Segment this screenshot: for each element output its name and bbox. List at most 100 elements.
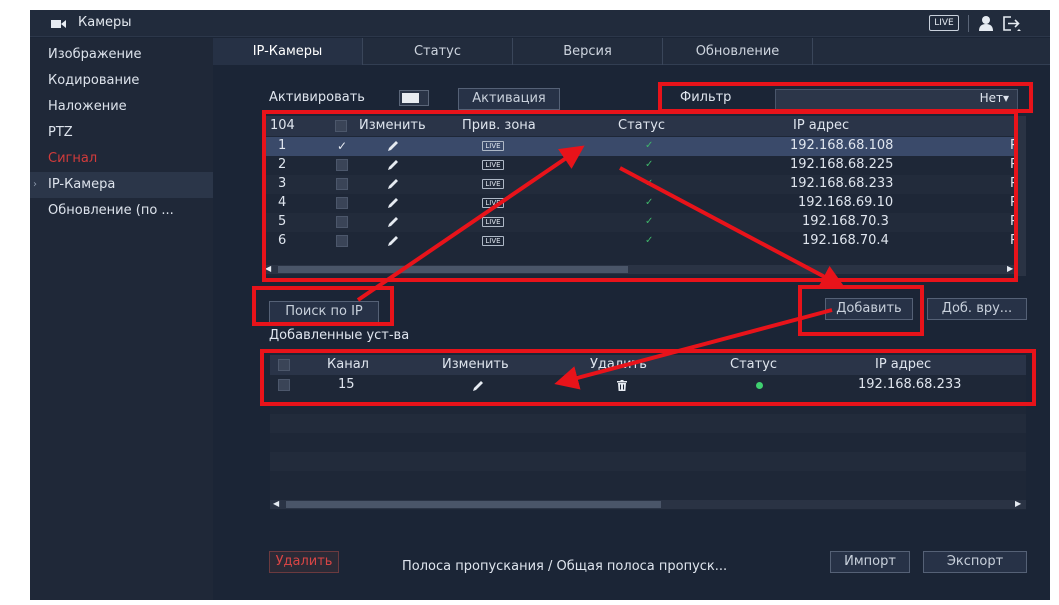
- scroll-thumb[interactable]: [286, 501, 661, 508]
- tab-update[interactable]: Обновление: [663, 38, 813, 65]
- channel-number: 15: [338, 377, 355, 392]
- scroll-right-icon[interactable]: ▶: [1015, 499, 1021, 508]
- row-checkbox[interactable]: [336, 159, 348, 171]
- pencil-icon[interactable]: [387, 235, 399, 247]
- activate-label: Активировать: [269, 90, 365, 105]
- sidebar: Изображение Кодирование Наложение PTZ Си…: [30, 38, 213, 600]
- pencil-icon[interactable]: [387, 178, 399, 190]
- table-row[interactable]: 3 LIVE ✓ 192.168.68.233 P: [262, 175, 1026, 194]
- checkmark-icon: ✓: [645, 178, 654, 189]
- live-icon[interactable]: LIVE: [482, 160, 504, 170]
- select-all-checkbox[interactable]: [278, 359, 290, 371]
- checkmark-icon: ✓: [645, 197, 654, 208]
- import-button[interactable]: Импорт: [830, 551, 910, 573]
- scroll-left-icon[interactable]: ◀: [273, 499, 279, 508]
- header-count: 104: [270, 118, 295, 133]
- ip-address: 192.168.70.3: [802, 214, 889, 229]
- device-table-vscrollbar[interactable]: [1018, 116, 1026, 276]
- checkmark-icon[interactable]: ✓: [337, 139, 347, 153]
- tab-bar: IP-Камеры Статус Версия Обновление: [213, 38, 1050, 65]
- empty-row: [270, 414, 1026, 433]
- sidebar-item-update[interactable]: Обновление (по ...: [30, 198, 213, 224]
- top-bar: Камеры LIVE: [30, 10, 1050, 37]
- search-by-ip-button[interactable]: Поиск по IP: [269, 301, 379, 323]
- exit-icon[interactable]: [1002, 15, 1022, 32]
- row-number: 1: [278, 138, 287, 153]
- truncated-column: P: [1010, 138, 1018, 153]
- added-devices-table: Канал Изменить Удалить Статус IP адрес 1…: [270, 355, 1026, 510]
- live-icon[interactable]: LIVE: [482, 141, 504, 151]
- device-table-hscrollbar[interactable]: ◀ ▶: [262, 264, 1018, 274]
- empty-row: [270, 452, 1026, 471]
- header-channel: Канал: [327, 357, 369, 372]
- table-row[interactable]: 15 192.168.68.233: [270, 376, 1026, 395]
- filter-label: Фильтр: [680, 90, 732, 105]
- row-number: 3: [278, 176, 287, 191]
- chevron-right-icon: ›: [33, 179, 37, 190]
- user-icon[interactable]: [978, 15, 994, 31]
- pencil-icon[interactable]: [387, 216, 399, 228]
- truncated-column: P: [1010, 195, 1018, 210]
- live-icon[interactable]: LIVE: [482, 198, 504, 208]
- row-number: 4: [278, 195, 287, 210]
- table-row[interactable]: 1 ✓ LIVE ✓ 192.168.68.108 P: [262, 137, 1026, 156]
- tab-status[interactable]: Статус: [363, 38, 513, 65]
- header-ip: IP адрес: [793, 118, 850, 133]
- header-delete: Удалить: [590, 357, 647, 372]
- activation-button[interactable]: Активация: [458, 88, 560, 110]
- sidebar-item-image[interactable]: Изображение: [30, 42, 213, 68]
- table-row[interactable]: 4 LIVE ✓ 192.168.69.10 P: [262, 194, 1026, 213]
- export-button[interactable]: Экспорт: [923, 551, 1027, 573]
- add-button[interactable]: Добавить: [825, 298, 913, 320]
- truncated-column: P: [1010, 233, 1018, 248]
- tab-ip-cameras[interactable]: IP-Камеры: [213, 38, 363, 65]
- tab-version[interactable]: Версия: [513, 38, 663, 65]
- select-all-checkbox[interactable]: [335, 120, 347, 132]
- table-row[interactable]: 6 LIVE ✓ 192.168.70.4 P: [262, 232, 1026, 251]
- ip-address: 192.168.68.233: [790, 176, 894, 191]
- table-header: Канал Изменить Удалить Статус IP адрес: [270, 355, 1026, 375]
- checkmark-icon: ✓: [645, 216, 654, 227]
- pencil-icon[interactable]: [387, 140, 399, 152]
- delete-button[interactable]: Удалить: [269, 551, 339, 573]
- scroll-thumb[interactable]: [278, 266, 628, 273]
- row-checkbox[interactable]: [336, 235, 348, 247]
- live-icon[interactable]: LIVE: [482, 236, 504, 246]
- table-header: 104 Изменить Прив. зона Статус IP адрес: [262, 116, 1026, 136]
- live-icon[interactable]: LIVE: [482, 179, 504, 189]
- pencil-icon[interactable]: [387, 197, 399, 209]
- device-table: 104 Изменить Прив. зона Статус IP адрес …: [262, 116, 1026, 276]
- activate-toggle[interactable]: [399, 90, 429, 106]
- pencil-icon[interactable]: [472, 380, 484, 392]
- sidebar-item-label: IP-Камера: [48, 177, 116, 192]
- sidebar-item-overlay[interactable]: Наложение: [30, 94, 213, 120]
- manual-add-button[interactable]: Доб. вру...: [927, 298, 1027, 320]
- row-number: 2: [278, 157, 287, 172]
- pencil-icon[interactable]: [387, 159, 399, 171]
- toolbar-divider: [968, 15, 969, 32]
- table-row[interactable]: 5 LIVE ✓ 192.168.70.3 P: [262, 213, 1026, 232]
- sidebar-item-ip-camera[interactable]: › IP-Камера: [30, 172, 213, 198]
- ip-address: 192.168.69.10: [798, 195, 894, 210]
- toggle-knob: [402, 93, 419, 103]
- row-checkbox[interactable]: [336, 216, 348, 228]
- live-button[interactable]: LIVE: [929, 15, 959, 31]
- sidebar-item-ptz[interactable]: PTZ: [30, 120, 213, 146]
- filter-select[interactable]: Нет▾: [775, 89, 1018, 110]
- scroll-left-icon[interactable]: ◀: [265, 264, 271, 273]
- row-checkbox[interactable]: [336, 197, 348, 209]
- added-table-hscrollbar[interactable]: ◀ ▶: [270, 499, 1026, 509]
- ip-address: 192.168.68.225: [790, 157, 894, 172]
- ip-address: 192.168.70.4: [802, 233, 889, 248]
- trash-icon[interactable]: [617, 380, 627, 391]
- table-row[interactable]: 2 LIVE ✓ 192.168.68.225 P: [262, 156, 1026, 175]
- sidebar-item-encoding[interactable]: Кодирование: [30, 68, 213, 94]
- header-edit: Изменить: [442, 357, 509, 372]
- filter-value: Нет▾: [979, 91, 1009, 105]
- live-icon[interactable]: LIVE: [482, 217, 504, 227]
- checkmark-icon: ✓: [645, 140, 654, 151]
- sidebar-item-signal[interactable]: Сигнал: [30, 146, 213, 172]
- row-checkbox[interactable]: [336, 178, 348, 190]
- scroll-right-icon[interactable]: ▶: [1007, 264, 1013, 273]
- row-checkbox[interactable]: [278, 379, 290, 391]
